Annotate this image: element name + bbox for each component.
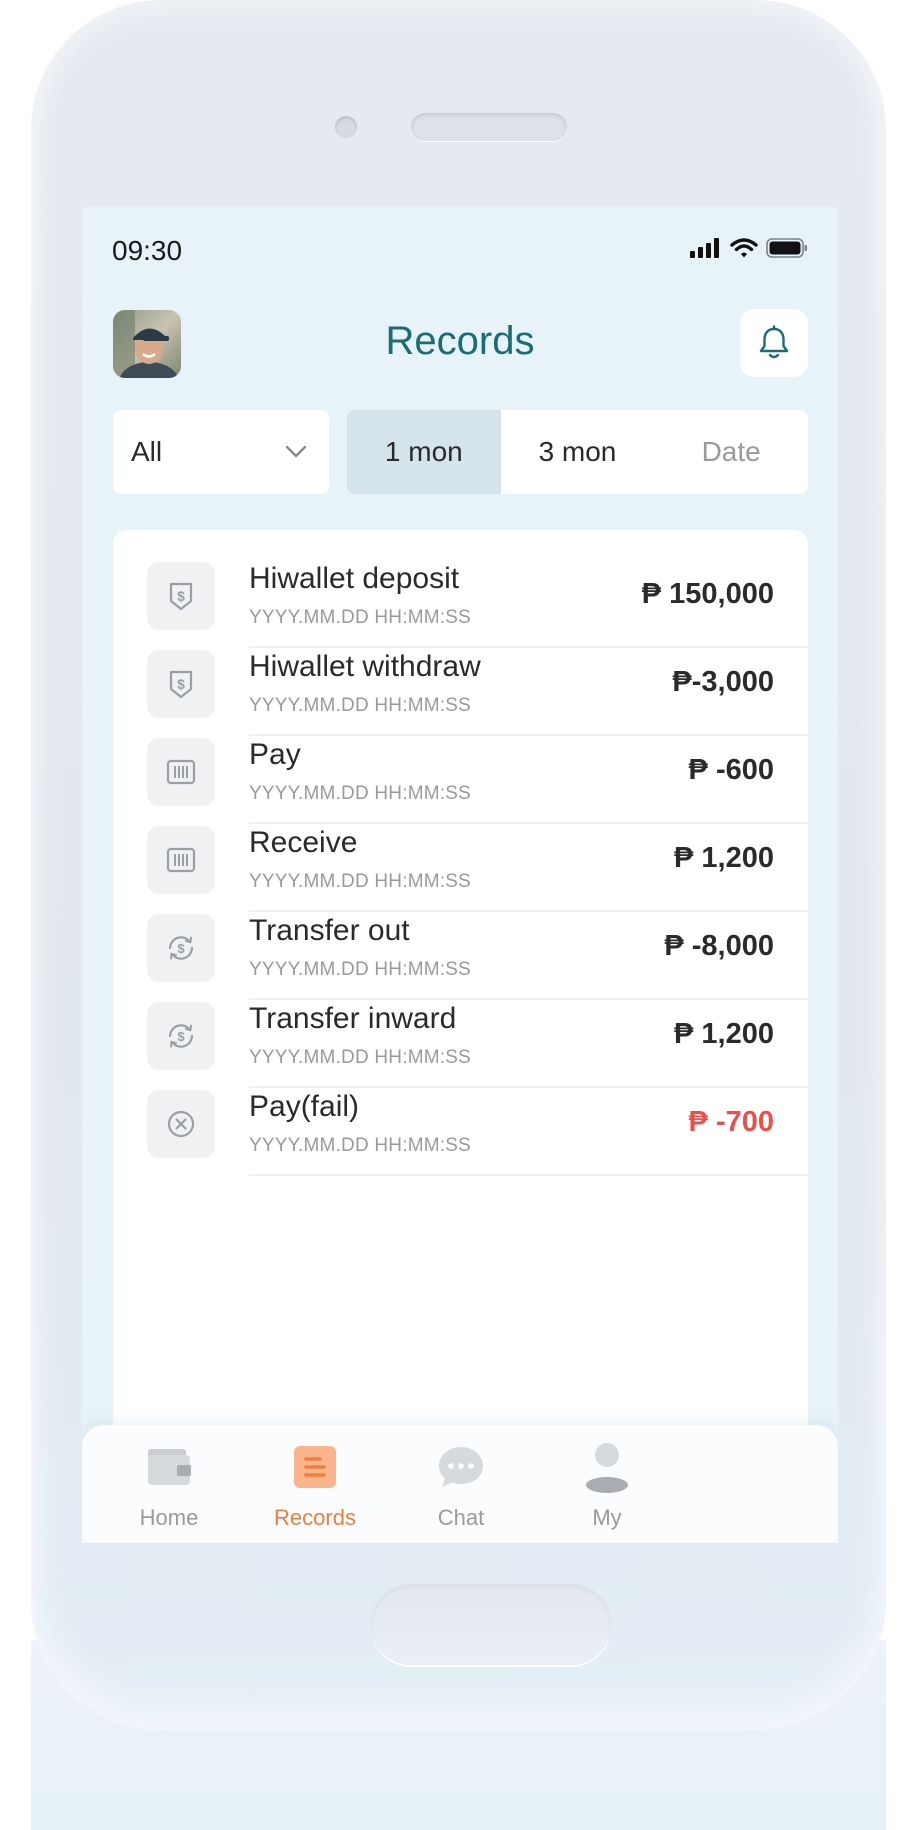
page-title: Records bbox=[385, 319, 535, 363]
records-list: $ Hiwallet deposit YYYY.MM.DD HH:MM:SS ₱… bbox=[113, 530, 808, 1470]
row-divider bbox=[249, 1174, 808, 1176]
record-amount: ₱ -700 bbox=[688, 1106, 774, 1138]
tab-records-label: Records bbox=[274, 1505, 356, 1530]
wifi-icon bbox=[730, 238, 758, 258]
record-title: Transfer out bbox=[249, 914, 410, 947]
record-title: Hiwallet withdraw bbox=[249, 650, 481, 683]
date-range-segmented: 1 mon 3 mon Date bbox=[347, 410, 808, 494]
record-title: Hiwallet deposit bbox=[249, 562, 460, 595]
app-screen: 09:30 Records All 1 mon 3 mon Date $ Hiw… bbox=[82, 207, 838, 1543]
range-3-month[interactable]: 3 mon bbox=[501, 410, 655, 494]
record-title: Pay(fail) bbox=[249, 1090, 360, 1123]
record-amount: ₱ 1,200 bbox=[674, 1018, 774, 1050]
tab-chat-label: Chat bbox=[437, 1505, 485, 1530]
svg-text:$: $ bbox=[177, 588, 185, 604]
record-title: Receive bbox=[249, 826, 358, 859]
record-datetime: YYYY.MM.DD HH:MM:SS bbox=[249, 1135, 471, 1156]
svg-text:$: $ bbox=[177, 941, 185, 956]
tab-home-label: Home bbox=[139, 1505, 199, 1530]
list-item[interactable]: Pay(fail) YYYY.MM.DD HH:MM:SS ₱ -700 bbox=[113, 1058, 808, 1176]
tab-chat[interactable]: Chat bbox=[401, 1425, 521, 1543]
svg-text:$: $ bbox=[177, 1029, 185, 1044]
svg-text:$: $ bbox=[177, 676, 185, 692]
tab-records[interactable]: Records bbox=[255, 1425, 375, 1543]
chevron-down-icon bbox=[285, 445, 307, 458]
status-time: 09:30 bbox=[112, 235, 183, 266]
category-filter-select[interactable]: All bbox=[113, 410, 329, 494]
wallet-icon bbox=[148, 1449, 191, 1485]
range-1-month[interactable]: 1 mon bbox=[347, 410, 501, 494]
earpiece-speaker bbox=[411, 113, 567, 141]
status-icons bbox=[690, 237, 808, 259]
signal-icon bbox=[690, 238, 719, 258]
record-amount: ₱ -8,000 bbox=[664, 930, 774, 962]
tab-my[interactable]: My bbox=[547, 1425, 667, 1543]
record-title: Pay bbox=[249, 738, 301, 771]
record-amount: ₱-3,000 bbox=[672, 666, 774, 698]
records-list-icon bbox=[294, 1446, 336, 1488]
bottom-tab-bar: Home Records Chat My bbox=[82, 1425, 838, 1543]
tab-home[interactable]: Home bbox=[109, 1425, 229, 1543]
home-button[interactable] bbox=[371, 1585, 611, 1665]
user-icon bbox=[586, 1443, 628, 1493]
range-custom-date[interactable]: Date bbox=[654, 410, 808, 494]
front-camera bbox=[335, 116, 357, 138]
record-amount: ₱ 1,200 bbox=[674, 842, 774, 874]
record-amount: ₱ 150,000 bbox=[641, 578, 774, 610]
record-title: Transfer inward bbox=[249, 1002, 457, 1035]
tab-my-label: My bbox=[592, 1505, 622, 1530]
bell-icon bbox=[759, 325, 789, 359]
notification-button[interactable] bbox=[740, 309, 808, 377]
close-circle-icon bbox=[147, 1090, 215, 1158]
chat-bubble-icon bbox=[439, 1447, 483, 1487]
battery-icon bbox=[766, 238, 807, 258]
category-filter-value: All bbox=[131, 436, 163, 467]
record-amount: ₱ -600 bbox=[688, 754, 774, 786]
